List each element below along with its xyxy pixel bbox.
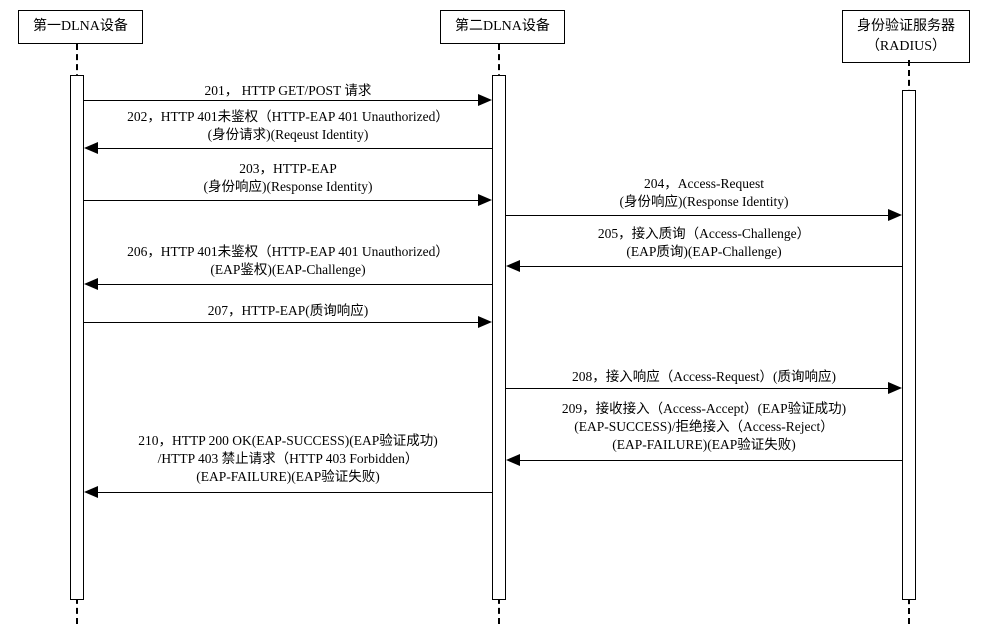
msg-206: 206，HTTP 401未鉴权（HTTP-EAP 401 Unauthorize…	[84, 243, 492, 279]
arrow-209-line	[518, 460, 902, 461]
activation-radius	[902, 90, 916, 600]
msg-207: 207，HTTP-EAP(质询响应)	[84, 302, 492, 320]
arrow-204-head	[888, 209, 902, 221]
msg-204: 204，Access-Request (身份响应)(Response Ident…	[506, 175, 902, 211]
arrow-203-line	[84, 200, 480, 201]
msg-210: 210，HTTP 200 OK(EAP-SUCCESS)(EAP验证成功) /H…	[84, 432, 492, 487]
arrow-205-head	[506, 260, 520, 272]
msg-201: 201， HTTP GET/POST 请求	[84, 82, 492, 100]
msg-202-l2: (身份请求)(Reqeust Identity)	[208, 127, 369, 142]
msg-209-l2: (EAP-SUCCESS)/拒绝接入（Access-Reject）	[574, 419, 833, 434]
activation-dlna1	[70, 75, 84, 600]
msg-202-l1: 202，HTTP 401未鉴权（HTTP-EAP 401 Unauthorize…	[127, 109, 449, 124]
msg-210-l2: /HTTP 403 禁止请求（HTTP 403 Forbidden）	[158, 451, 419, 466]
participant-radius-label-2: （RADIUS）	[866, 39, 946, 54]
arrow-203-head	[478, 194, 492, 206]
participant-dlna2-label: 第二DLNA设备	[455, 19, 550, 34]
arrow-202-head	[84, 142, 98, 154]
arrow-201-line	[84, 100, 480, 101]
msg-210-l3: (EAP-FAILURE)(EAP验证失败)	[196, 469, 379, 484]
msg-208-text: 208，接入响应（Access-Request）(质询响应)	[572, 369, 836, 384]
arrow-206-head	[84, 278, 98, 290]
arrow-208-head	[888, 382, 902, 394]
msg-201-text: 201， HTTP GET/POST 请求	[205, 83, 372, 98]
arrow-202-line	[96, 148, 492, 149]
arrow-208-line	[506, 388, 890, 389]
msg-206-l2: (EAP鉴权)(EAP-Challenge)	[210, 262, 365, 277]
msg-207-text: 207，HTTP-EAP(质询响应)	[208, 303, 369, 318]
msg-203: 203，HTTP-EAP (身份响应)(Response Identity)	[84, 160, 492, 196]
msg-209-l1: 209，接收接入（Access-Accept）(EAP验证成功)	[562, 401, 846, 416]
arrow-205-line	[518, 266, 902, 267]
arrow-207-line	[84, 322, 480, 323]
msg-205: 205，接入质询（Access-Challenge） (EAP质询)(EAP-C…	[506, 225, 902, 261]
msg-208: 208，接入响应（Access-Request）(质询响应)	[506, 368, 902, 386]
msg-210-l1: 210，HTTP 200 OK(EAP-SUCCESS)(EAP验证成功)	[138, 433, 438, 448]
arrow-204-line	[506, 215, 890, 216]
msg-204-l2: (身份响应)(Response Identity)	[619, 194, 788, 209]
activation-dlna2	[492, 75, 506, 600]
arrow-210-line	[96, 492, 492, 493]
participant-radius-label-1: 身份验证服务器	[857, 19, 955, 34]
msg-204-l1: 204，Access-Request	[644, 176, 764, 191]
msg-202: 202，HTTP 401未鉴权（HTTP-EAP 401 Unauthorize…	[84, 108, 492, 144]
participant-radius: 身份验证服务器 （RADIUS）	[842, 10, 970, 63]
msg-203-l1: 203，HTTP-EAP	[239, 161, 337, 176]
participant-dlna1: 第一DLNA设备	[18, 10, 143, 44]
arrow-209-head	[506, 454, 520, 466]
msg-205-l2: (EAP质询)(EAP-Challenge)	[626, 244, 781, 259]
msg-206-l1: 206，HTTP 401未鉴权（HTTP-EAP 401 Unauthorize…	[127, 244, 449, 259]
msg-209-l3: (EAP-FAILURE)(EAP验证失败)	[612, 437, 795, 452]
msg-205-l1: 205，接入质询（Access-Challenge）	[598, 226, 810, 241]
participant-dlna1-label: 第一DLNA设备	[33, 19, 128, 34]
arrow-206-line	[96, 284, 492, 285]
participant-dlna2: 第二DLNA设备	[440, 10, 565, 44]
msg-209: 209，接收接入（Access-Accept）(EAP验证成功) (EAP-SU…	[506, 400, 902, 455]
arrow-210-head	[84, 486, 98, 498]
arrow-207-head	[478, 316, 492, 328]
msg-203-l2: (身份响应)(Response Identity)	[203, 179, 372, 194]
arrow-201-head	[478, 94, 492, 106]
